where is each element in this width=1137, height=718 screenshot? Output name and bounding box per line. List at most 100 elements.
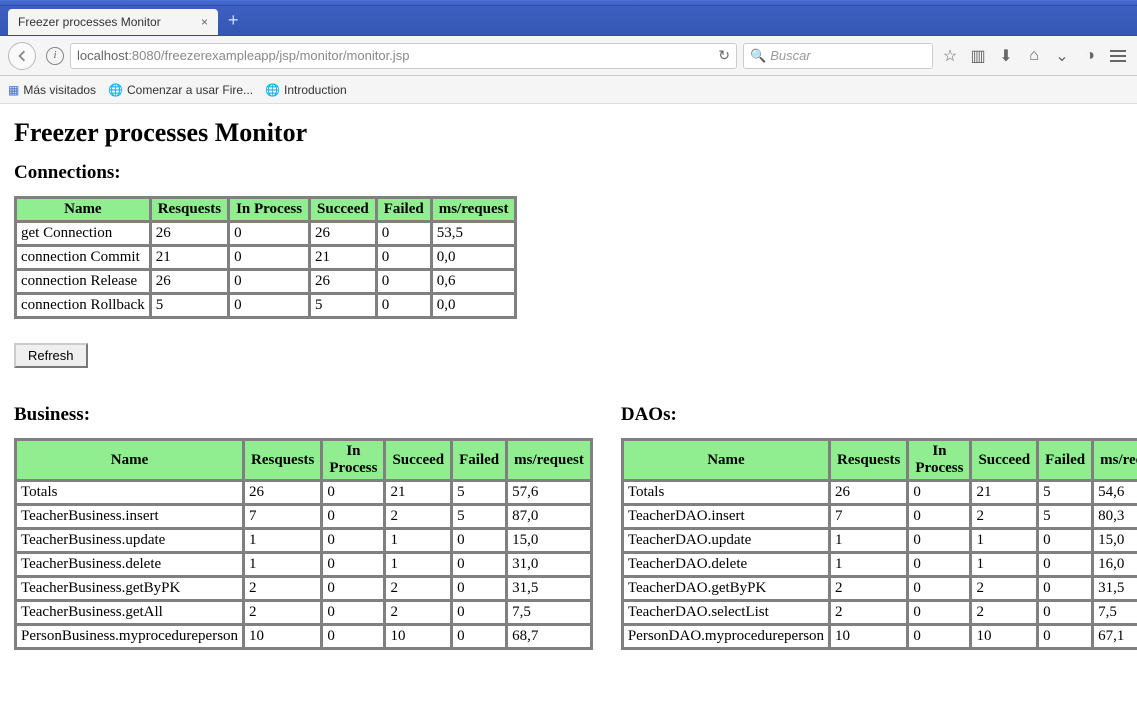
cell-name: connection Release <box>16 270 150 293</box>
table-row: TeacherDAO.insert702580,3 <box>623 505 1137 528</box>
connections-heading: Connections: <box>14 162 1123 184</box>
cell-inproc: 0 <box>322 505 384 528</box>
cell-inproc: 0 <box>908 505 970 528</box>
refresh-button[interactable]: Refresh <box>14 343 88 368</box>
home-icon[interactable]: ⌂ <box>1023 45 1045 67</box>
cell-succeed: 21 <box>971 481 1037 504</box>
table-row: TeacherDAO.delete101016,0 <box>623 553 1137 576</box>
bookmark-getting-started[interactable]: 🌐 Comenzar a usar Fire... <box>108 83 253 97</box>
cell-inproc: 0 <box>908 577 970 600</box>
sync-icon[interactable]: ◑ <box>1079 45 1101 67</box>
hamburger-icon <box>1110 50 1126 62</box>
cell-succeed: 10 <box>971 625 1037 648</box>
pocket-icon[interactable]: ⌄ <box>1051 45 1073 67</box>
downloads-icon[interactable]: ⬇ <box>995 45 1017 67</box>
connections-tbody: get Connection26026053,5connection Commi… <box>16 222 515 317</box>
cell-name: TeacherDAO.insert <box>623 505 829 528</box>
table-row: Totals26021554,6 <box>623 481 1137 504</box>
cell-req: 1 <box>244 553 321 576</box>
bookmark-star-icon[interactable]: ☆ <box>939 45 961 67</box>
col-msreq: ms/request <box>507 440 591 480</box>
close-icon[interactable]: × <box>201 15 208 29</box>
cell-succeed: 2 <box>385 601 451 624</box>
cell-ms: 80,3 <box>1093 505 1137 528</box>
col-name: Name <box>16 440 243 480</box>
cell-succeed: 1 <box>385 529 451 552</box>
cell-succeed: 1 <box>971 529 1037 552</box>
table-header-row: Name Resquests InProcess Succeed Failed … <box>16 440 591 480</box>
bookmark-introduction[interactable]: 🌐 Introduction <box>265 83 347 97</box>
cell-inproc: 0 <box>908 601 970 624</box>
cell-req: 2 <box>830 601 907 624</box>
col-msreq: ms/request <box>1093 440 1137 480</box>
cell-failed: 0 <box>452 553 506 576</box>
cell-inproc: 0 <box>229 222 309 245</box>
bookmark-most-visited[interactable]: ▦ Más visitados <box>8 83 96 97</box>
bookmarks-toolbar: ▦ Más visitados 🌐 Comenzar a usar Fire..… <box>0 76 1137 104</box>
daos-tbody: Totals26021554,6TeacherDAO.insert702580,… <box>623 481 1137 648</box>
col-msreq: ms/request <box>432 198 516 221</box>
cell-failed: 0 <box>377 294 431 317</box>
col-failed: Failed <box>452 440 506 480</box>
most-visited-icon: ▦ <box>8 83 19 97</box>
col-failed: Failed <box>377 198 431 221</box>
cell-req: 1 <box>830 553 907 576</box>
bookmark-label: Más visitados <box>23 83 96 97</box>
bookmark-label: Introduction <box>284 83 347 97</box>
cell-ms: 68,7 <box>507 625 591 648</box>
cell-inproc: 0 <box>908 625 970 648</box>
cell-failed: 0 <box>377 270 431 293</box>
cell-req: 1 <box>244 529 321 552</box>
cell-inproc: 0 <box>908 481 970 504</box>
address-bar[interactable]: localhost:8080/freezerexampleapp/jsp/mon… <box>70 43 737 69</box>
site-info-icon[interactable]: i <box>46 47 64 65</box>
menu-button[interactable] <box>1107 45 1129 67</box>
page-viewport[interactable]: Freezer processes Monitor Connections: N… <box>0 104 1137 718</box>
cell-ms: 7,5 <box>1093 601 1137 624</box>
cell-succeed: 2 <box>971 505 1037 528</box>
cell-inproc: 0 <box>229 294 309 317</box>
cell-name: connection Rollback <box>16 294 150 317</box>
library-icon[interactable]: ▥ <box>967 45 989 67</box>
cell-name: get Connection <box>16 222 150 245</box>
cell-succeed: 1 <box>971 553 1037 576</box>
cell-ms: 15,0 <box>1093 529 1137 552</box>
table-row: PersonBusiness.myprocedureperson10010068… <box>16 625 591 648</box>
cell-req: 26 <box>151 270 228 293</box>
cell-succeed: 10 <box>385 625 451 648</box>
cell-succeed: 5 <box>310 294 376 317</box>
search-bar[interactable]: 🔍 Buscar <box>743 43 933 69</box>
cell-ms: 54,6 <box>1093 481 1137 504</box>
cell-req: 7 <box>244 505 321 528</box>
table-row: TeacherDAO.update101015,0 <box>623 529 1137 552</box>
cell-name: TeacherDAO.delete <box>623 553 829 576</box>
cell-inproc: 0 <box>229 270 309 293</box>
col-requests: Resquests <box>244 440 321 480</box>
col-succeed: Succeed <box>971 440 1037 480</box>
cell-failed: 0 <box>1038 553 1092 576</box>
cell-req: 7 <box>830 505 907 528</box>
cell-succeed: 1 <box>385 553 451 576</box>
cell-name: connection Commit <box>16 246 150 269</box>
cell-inproc: 0 <box>908 553 970 576</box>
col-name: Name <box>16 198 150 221</box>
new-tab-button[interactable]: + <box>228 10 239 31</box>
back-button[interactable] <box>8 42 36 70</box>
table-header-row: Name Resquests InProcess Succeed Failed … <box>623 440 1137 480</box>
cell-req: 5 <box>151 294 228 317</box>
globe-icon: 🌐 <box>108 83 123 97</box>
browser-tab[interactable]: Freezer processes Monitor × <box>8 9 218 35</box>
cell-inproc: 0 <box>322 625 384 648</box>
daos-table: Name Resquests InProcess Succeed Failed … <box>621 438 1137 650</box>
cell-name: TeacherBusiness.insert <box>16 505 243 528</box>
cell-ms: 31,5 <box>1093 577 1137 600</box>
arrow-left-icon <box>16 50 28 62</box>
search-icon: 🔍 <box>750 48 766 64</box>
cell-req: 26 <box>151 222 228 245</box>
cell-succeed: 21 <box>310 246 376 269</box>
cell-ms: 0,0 <box>432 294 516 317</box>
cell-ms: 15,0 <box>507 529 591 552</box>
cell-inproc: 0 <box>908 529 970 552</box>
reload-icon[interactable]: ↻ <box>718 47 730 64</box>
table-row: TeacherBusiness.getAll20207,5 <box>16 601 591 624</box>
